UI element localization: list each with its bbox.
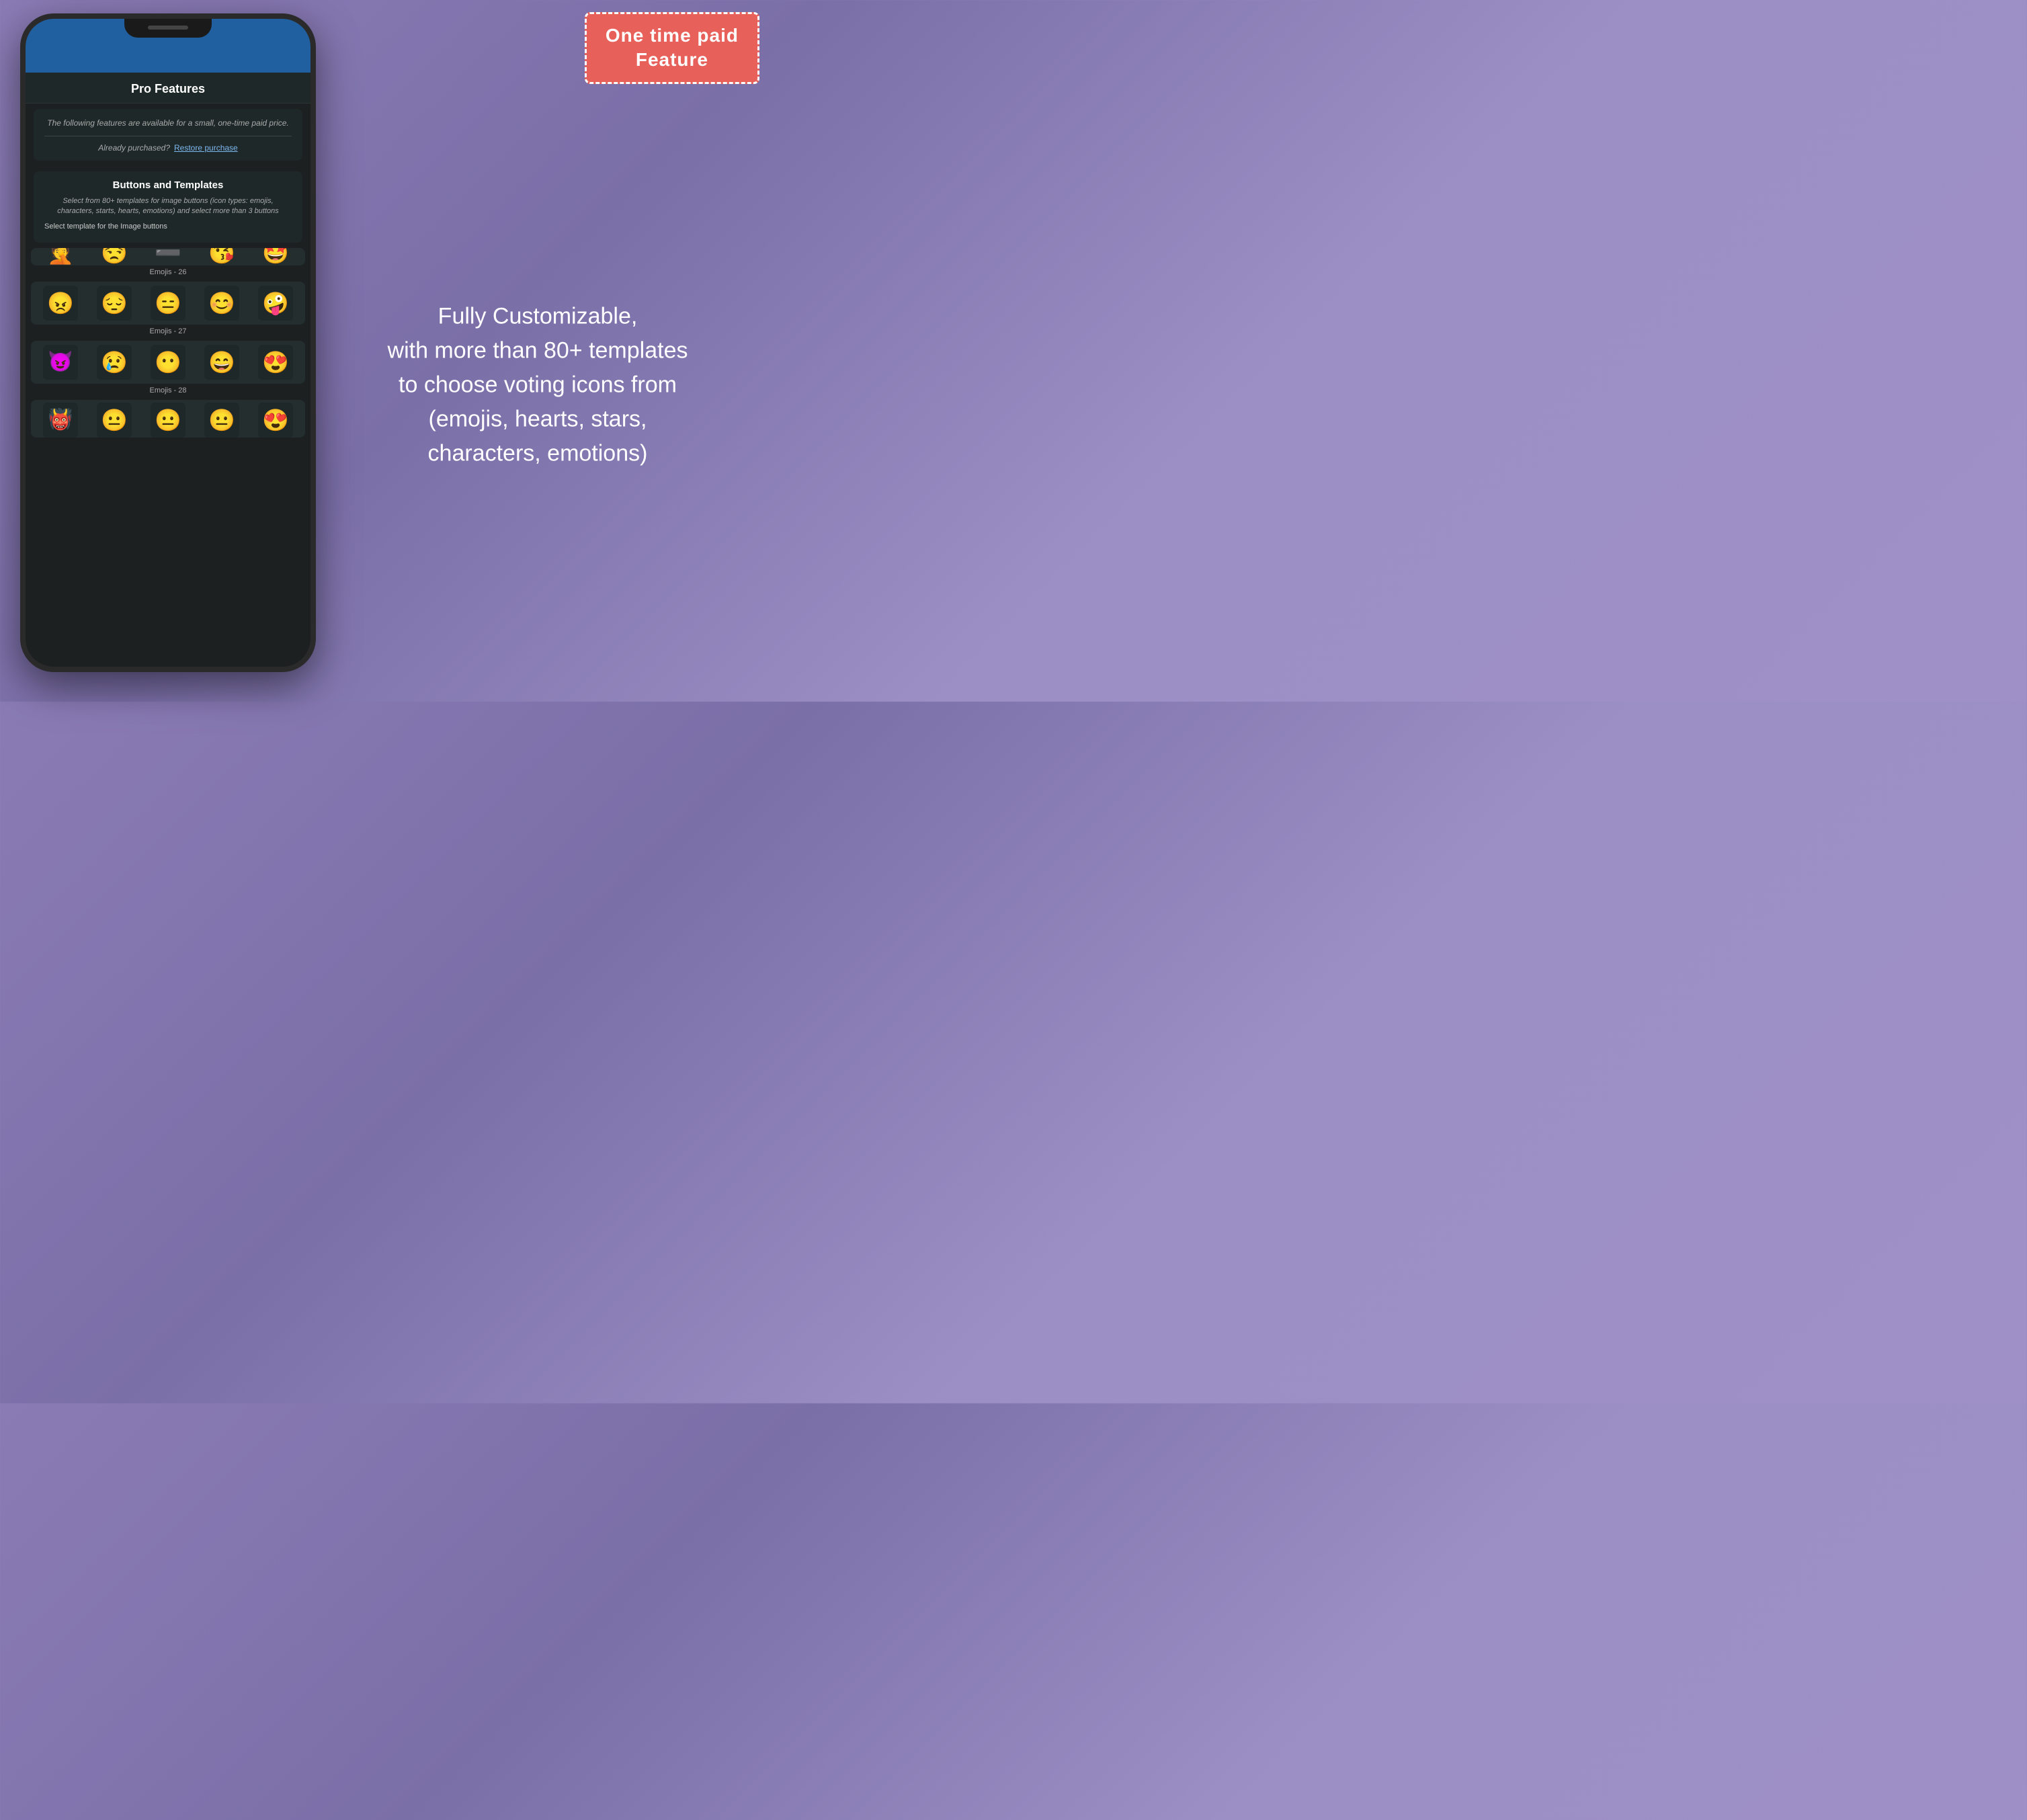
- emoji-group-28-label: Emojis - 28: [31, 386, 305, 395]
- restore-purchase-link[interactable]: Restore purchase: [174, 143, 238, 153]
- buttons-templates-section: Buttons and Templates Select from 80+ te…: [34, 171, 302, 243]
- emoji-item[interactable]: 😢: [97, 345, 132, 380]
- select-template-label: Select template for the Image buttons: [44, 222, 292, 231]
- emoji-item[interactable]: 😐: [97, 403, 132, 438]
- emoji-item[interactable]: 😐: [204, 403, 239, 438]
- description-text: The following features are available for…: [44, 117, 292, 129]
- phone-mockup: Pro Features The following features are …: [20, 13, 323, 686]
- emoji-item[interactable]: 😄: [204, 345, 239, 380]
- description-card: The following features are available for…: [34, 109, 302, 161]
- emoji-item[interactable]: 😑: [151, 286, 185, 321]
- emoji-item[interactable]: 😘: [204, 248, 239, 265]
- badge-line1: One time paid: [606, 24, 739, 48]
- emoji-item[interactable]: ➖: [151, 248, 185, 265]
- emoji-group-26: 🤦 😒 ➖ 😘 🤩 Emojis - 26: [31, 248, 305, 276]
- phone-screen: Pro Features The following features are …: [26, 73, 311, 667]
- speaker-icon: [148, 26, 188, 30]
- promo-text-block: Fully Customizable, with more than 80+ t…: [329, 300, 746, 471]
- emoji-group-29: 👹 😐 😐 😐 😍: [31, 400, 305, 438]
- emoji-group-27-label: Emojis - 27: [31, 327, 305, 335]
- emoji-group-26-label: Emojis - 26: [31, 268, 305, 276]
- emoji-item[interactable]: 👹: [43, 403, 78, 438]
- emoji-scroll-area[interactable]: 🤦 😒 ➖ 😘 🤩 Emojis - 26 😠 😔 😑 😊: [26, 248, 311, 667]
- emoji-item[interactable]: 🤩: [258, 248, 293, 265]
- emoji-row-27[interactable]: 😠 😔 😑 😊 🤪: [31, 282, 305, 325]
- already-purchased-text: Already purchased?: [98, 143, 170, 153]
- emoji-item[interactable]: 😍: [258, 403, 293, 438]
- emoji-row-29[interactable]: 👹 😐 😐 😐 😍: [31, 400, 305, 438]
- section-title: Buttons and Templates: [44, 179, 292, 191]
- emoji-row-28[interactable]: 😈 😢 😶 😄 😍: [31, 341, 305, 384]
- one-time-paid-badge: One time paid Feature: [585, 12, 759, 84]
- emoji-group-27: 😠 😔 😑 😊 🤪 Emojis - 27: [31, 282, 305, 335]
- emoji-item[interactable]: 😶: [151, 345, 185, 380]
- emoji-item[interactable]: 😒: [97, 248, 132, 265]
- emoji-item[interactable]: 😐: [151, 403, 185, 438]
- emoji-item[interactable]: 🤪: [258, 286, 293, 321]
- phone-frame: Pro Features The following features are …: [20, 13, 316, 672]
- emoji-item[interactable]: 😍: [258, 345, 293, 380]
- promo-text: Fully Customizable, with more than 80+ t…: [329, 300, 746, 471]
- emoji-item[interactable]: 🤦: [43, 248, 78, 265]
- emoji-item[interactable]: 😊: [204, 286, 239, 321]
- section-description: Select from 80+ templates for image butt…: [44, 196, 292, 217]
- emoji-item[interactable]: 😈: [43, 345, 78, 380]
- pro-features-title: Pro Features: [39, 82, 297, 96]
- emoji-row-26[interactable]: 🤦 😒 ➖ 😘 🤩: [31, 248, 305, 265]
- emoji-group-28: 😈 😢 😶 😄 😍 Emojis - 28: [31, 341, 305, 395]
- restore-row: Already purchased? Restore purchase: [44, 143, 292, 153]
- badge-line2: Feature: [606, 48, 739, 72]
- phone-top-bar: [26, 19, 311, 73]
- emoji-item[interactable]: 😔: [97, 286, 132, 321]
- phone-notch: [124, 19, 212, 38]
- pro-features-header: Pro Features: [26, 73, 311, 104]
- emoji-item[interactable]: 😠: [43, 286, 78, 321]
